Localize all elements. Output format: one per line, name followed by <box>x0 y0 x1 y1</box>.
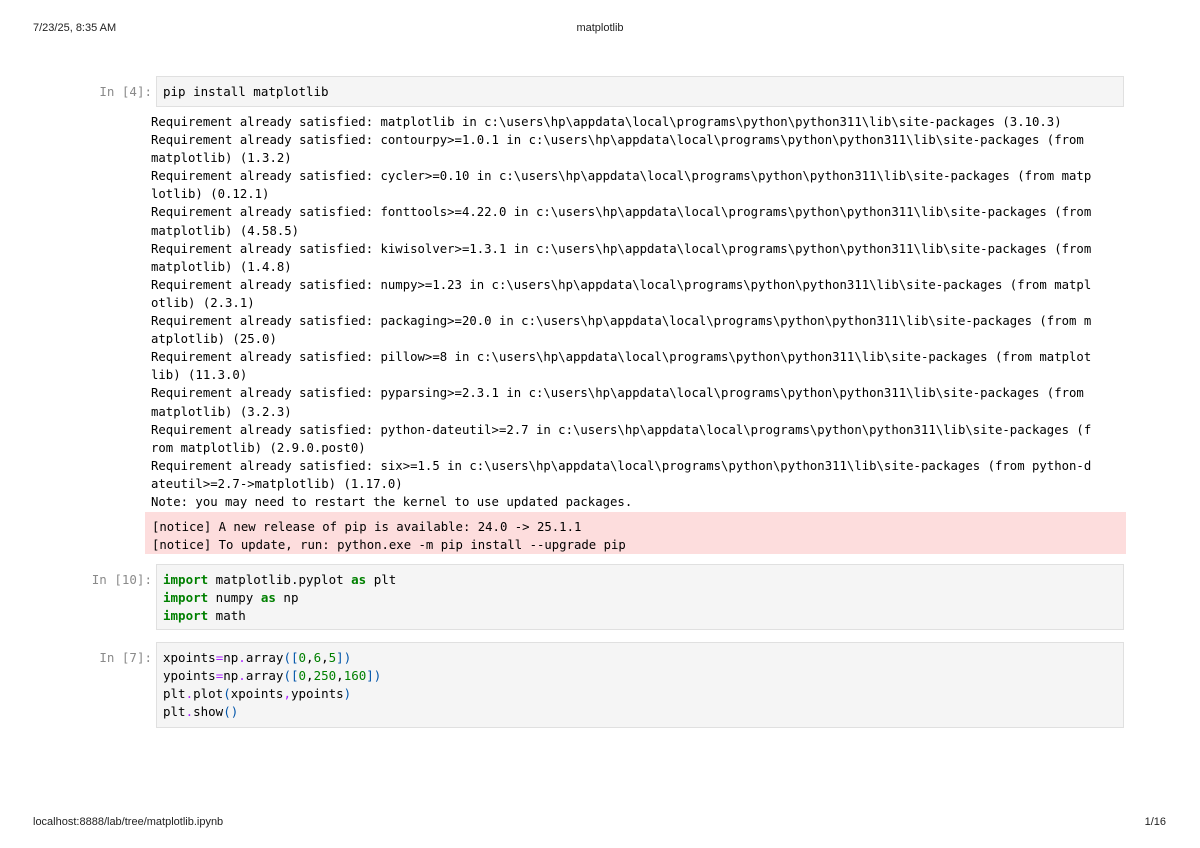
output-line: Requirement already satisfied: contourpy… <box>151 133 1084 148</box>
output-line: Requirement already satisfied: fonttools… <box>151 205 1092 220</box>
output-line: Requirement already satisfied: python-da… <box>151 422 1092 437</box>
output-line: matplotlib) (1.4.8) <box>151 259 292 274</box>
cell-output-stdout: Requirement already satisfied: matplotli… <box>151 113 1131 511</box>
page-header: 7/23/25, 8:35 AM matplotlib <box>0 22 1200 36</box>
output-line: otlib) (2.3.1) <box>151 295 255 310</box>
output-line: rom matplotlib) (2.9.0.post0) <box>151 440 366 455</box>
output-line: Requirement already satisfied: matplotli… <box>151 115 1062 129</box>
cell-prompt: In [7]: <box>99 650 152 665</box>
code-line: plt.show() <box>163 704 239 719</box>
code-input[interactable]: import matplotlib.pyplot as plt import n… <box>156 564 1124 630</box>
output-line: Requirement already satisfied: pyparsing… <box>151 386 1084 401</box>
output-line: lib) (11.3.0) <box>151 368 248 383</box>
output-line: matplotlib) (4.58.5) <box>151 223 300 238</box>
page-footer: localhost:8888/lab/tree/matplotlib.ipynb… <box>0 816 1200 830</box>
output-line: Requirement already satisfied: packaging… <box>151 314 1092 329</box>
output-line: matplotlib) (1.3.2) <box>151 151 292 166</box>
code-input[interactable]: pip install matplotlib <box>156 76 1124 107</box>
code-line: pip install matplotlib <box>163 84 329 99</box>
output-line: atplotlib) (25.0) <box>151 332 277 347</box>
cell-output-stderr: [notice] A new release of pip is availab… <box>145 512 1126 554</box>
notice-line: [notice] A new release of pip is availab… <box>152 520 582 534</box>
page-url: localhost:8888/lab/tree/matplotlib.ipynb <box>33 816 224 828</box>
page-number: 1/16 <box>1144 816 1166 828</box>
cell-prompt: In [10]: <box>91 572 152 587</box>
notice-line: [notice] To update, run: python.exe -m p… <box>152 538 626 552</box>
code-line: import numpy as np <box>163 590 299 605</box>
code-input[interactable]: xpoints=np.array([0,6,5]) ypoints=np.arr… <box>156 642 1124 728</box>
output-line: Requirement already satisfied: cycler>=0… <box>151 169 1092 184</box>
output-line: Requirement already satisfied: six>=1.5 … <box>151 458 1092 473</box>
code-line: ypoints=np.array([0,250,160]) <box>163 668 382 683</box>
page-title: matplotlib <box>576 22 624 34</box>
output-line: Requirement already satisfied: numpy>=1.… <box>151 277 1092 292</box>
code-line: import matplotlib.pyplot as plt <box>163 572 397 587</box>
cell-prompt: In [4]: <box>99 84 152 99</box>
code-line: plt.plot(xpoints,ypoints) <box>163 686 352 701</box>
output-line: Note: you may need to restart the kernel… <box>151 494 633 509</box>
code-line: import math <box>163 608 246 623</box>
output-line: ateutil>=2.7->matplotlib) (1.17.0) <box>151 476 403 491</box>
output-line: matplotlib) (3.2.3) <box>151 404 292 419</box>
output-line: Requirement already satisfied: pillow>=8… <box>151 350 1092 365</box>
output-line: lotlib) (0.12.1) <box>151 187 270 202</box>
output-line: Requirement already satisfied: kiwisolve… <box>151 241 1092 256</box>
code-line: xpoints=np.array([0,6,5]) <box>163 650 352 665</box>
